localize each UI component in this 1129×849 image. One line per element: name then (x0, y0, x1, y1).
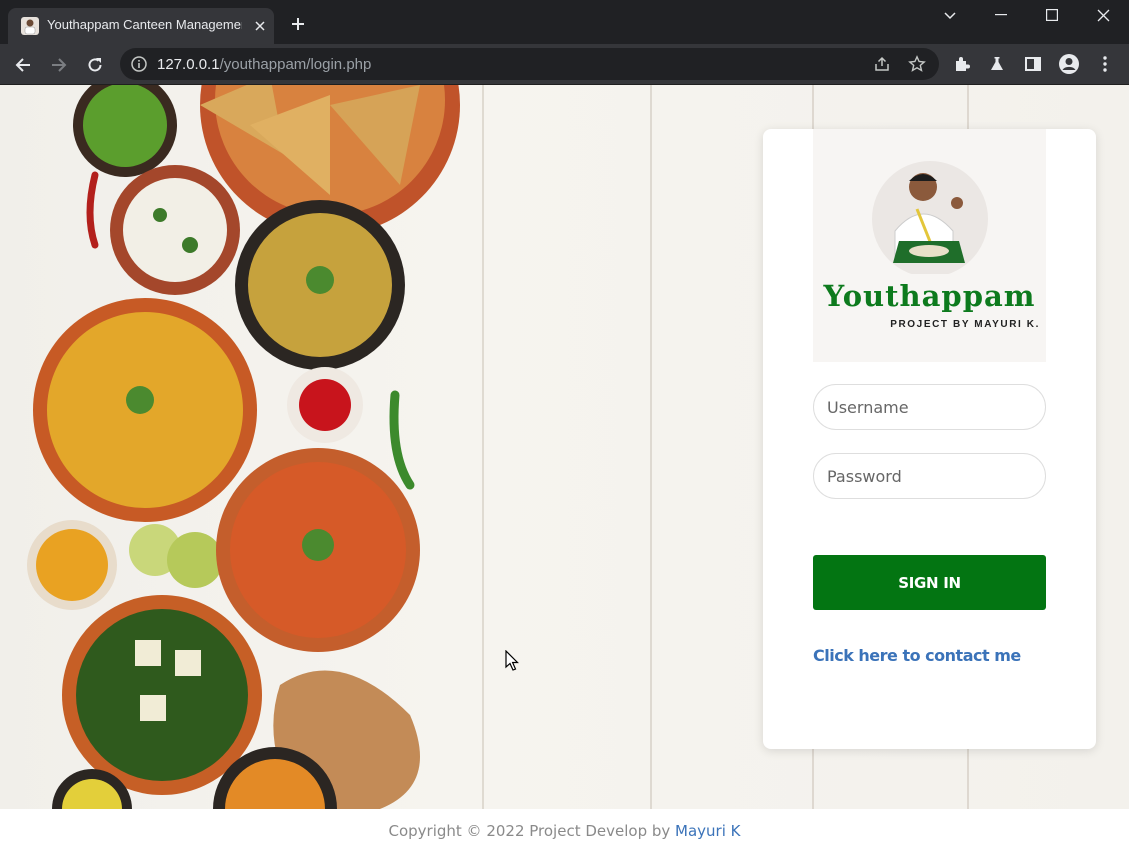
menu-kebab-icon[interactable] (1093, 52, 1117, 76)
labs-flask-icon[interactable] (985, 52, 1009, 76)
author-link[interactable]: Mayuri K (675, 822, 740, 840)
close-window-icon[interactable] (1079, 0, 1127, 30)
contact-link[interactable]: Click here to contact me (813, 646, 1021, 665)
favicon-icon (21, 17, 39, 35)
site-info-icon[interactable] (130, 55, 148, 73)
minimize-icon[interactable] (977, 0, 1025, 30)
password-input[interactable] (813, 453, 1046, 499)
food-photo-image (27, 85, 460, 809)
share-icon[interactable] (871, 53, 893, 75)
brand-logo: Youthappam PROJECT BY MAYURI K. (813, 129, 1046, 362)
url-text: 127.0.0.1/youthappam/login.php (157, 56, 371, 73)
new-tab-icon[interactable] (286, 12, 310, 36)
browser-titlebar: Youthappam Canteen Management (0, 0, 1129, 44)
bookmark-star-icon[interactable] (906, 53, 928, 75)
forward-arrow-icon[interactable] (44, 50, 74, 80)
side-panel-icon[interactable] (1021, 52, 1045, 76)
profile-avatar-icon[interactable] (1057, 52, 1081, 76)
address-bar[interactable]: 127.0.0.1/youthappam/login.php (120, 48, 939, 80)
reload-icon[interactable] (80, 50, 110, 80)
tab-search-chevron-icon[interactable] (926, 0, 974, 30)
mouse-cursor-icon (505, 650, 519, 671)
maximize-icon[interactable] (1028, 0, 1076, 30)
tab-title: Youthappam Canteen Management (47, 17, 242, 32)
username-input[interactable] (813, 384, 1046, 430)
extensions-puzzle-icon[interactable] (950, 52, 974, 76)
back-arrow-icon[interactable] (8, 50, 38, 80)
page-footer: Copyright © 2022 Project Develop by Mayu… (0, 809, 1129, 849)
browser-toolbar: 127.0.0.1/youthappam/login.php (0, 44, 1129, 85)
url-host: 127.0.0.1 (157, 56, 220, 73)
url-path: /youthappam/login.php (219, 56, 372, 73)
browser-tab[interactable]: Youthappam Canteen Management (8, 8, 274, 44)
copyright-text: Copyright © 2022 Project Develop by (388, 822, 676, 840)
brand-name: Youthappam (823, 279, 1036, 313)
login-page: Youthappam PROJECT BY MAYURI K. SIGN IN … (0, 85, 1129, 849)
close-tab-icon[interactable] (248, 14, 272, 38)
chef-mascot-image (872, 161, 988, 274)
brand-tagline: PROJECT BY MAYURI K. (890, 319, 1040, 330)
login-card: Youthappam PROJECT BY MAYURI K. SIGN IN … (763, 129, 1096, 749)
sign-in-button[interactable]: SIGN IN (813, 555, 1046, 610)
